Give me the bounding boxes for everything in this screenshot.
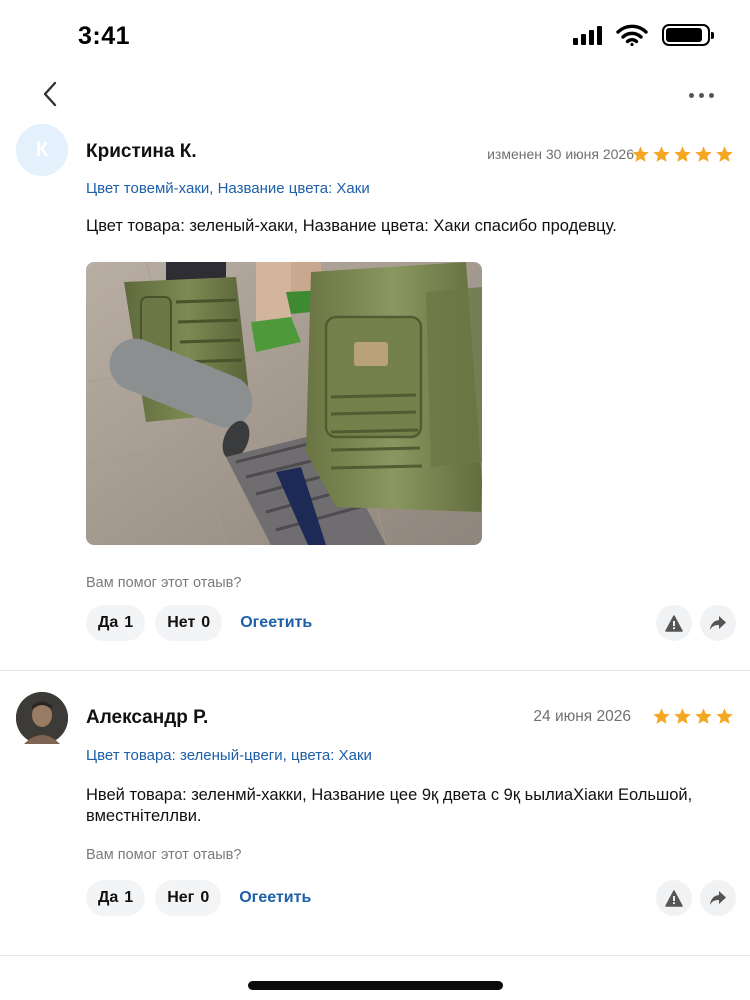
back-button[interactable] <box>38 79 62 109</box>
review-variant: Цвет товемй-хаки, Название цвета: Хаки <box>86 180 370 197</box>
helpful-yes-count: 1 <box>124 614 134 631</box>
star-icon <box>632 146 649 162</box>
star-rating <box>652 707 734 726</box>
helpful-no-count: 0 <box>200 889 210 906</box>
star-icon <box>695 708 712 724</box>
star-icon <box>716 146 733 162</box>
chevron-left-icon <box>43 81 57 107</box>
helpful-yes-label: Да <box>98 889 119 906</box>
star-icon <box>674 708 691 724</box>
status-bar: 3:41 <box>0 0 750 70</box>
review-divider <box>0 955 750 956</box>
helpful-no-button[interactable]: Нег 0 <box>155 880 222 916</box>
star-icon <box>653 708 670 724</box>
avatar[interactable]: К <box>16 124 68 176</box>
review-author: Кристина К. <box>86 141 197 162</box>
review-text: Нвей товара: зеленмй-хакки, Название цее… <box>86 786 693 825</box>
helpful-yes-button[interactable]: Да 1 <box>86 605 146 641</box>
star-icon <box>653 146 670 162</box>
review-divider <box>0 670 750 671</box>
review-photo[interactable] <box>86 262 482 545</box>
reply-button[interactable]: Огеетить <box>239 889 311 907</box>
cellular-signal-icon <box>573 25 602 45</box>
helpful-no-button[interactable]: Нет 0 <box>155 605 223 641</box>
share-arrow-icon <box>710 891 726 905</box>
share-arrow-icon <box>710 616 726 630</box>
home-indicator[interactable] <box>248 981 503 990</box>
review-actions: Да 1 Нет 0 Огеетить <box>86 605 736 641</box>
status-time: 3:41 <box>78 22 131 50</box>
star-rating <box>631 145 734 164</box>
star-icon <box>674 146 691 162</box>
report-button[interactable] <box>656 605 692 641</box>
helpful-yes-label: Да <box>98 614 119 631</box>
avatar[interactable] <box>16 692 68 744</box>
report-button[interactable] <box>656 880 692 916</box>
review-date: изменен 30 июня 2026 <box>487 146 634 162</box>
star-icon <box>716 708 733 724</box>
more-options-button[interactable] <box>689 83 714 107</box>
helpful-question: Вам помог этот отаыв? <box>86 575 242 591</box>
star-icon <box>695 146 712 162</box>
reply-button[interactable]: Огеетить <box>240 614 312 632</box>
warning-icon <box>665 889 683 907</box>
review-date: 24 июня 2026 <box>533 708 631 725</box>
warning-icon <box>665 614 683 632</box>
avatar-initial: К <box>35 138 49 161</box>
helpful-no-label: Нег <box>167 889 195 906</box>
helpful-yes-count: 1 <box>124 889 134 906</box>
user-photo-icon <box>16 692 68 744</box>
battery-icon <box>662 24 714 46</box>
top-nav <box>0 75 750 115</box>
helpful-no-count: 0 <box>201 614 211 631</box>
share-button[interactable] <box>700 605 736 641</box>
review-actions: Да 1 Нег 0 Огеетить <box>86 880 736 916</box>
wifi-icon <box>616 24 648 46</box>
helpful-question: Вам помог этот отаыв? <box>86 847 242 863</box>
review-author: Александр Р. <box>86 707 209 728</box>
share-button[interactable] <box>700 880 736 916</box>
review-text: Цвет товара: зеленый-хаки, Название цвет… <box>86 217 617 235</box>
helpful-no-label: Нет <box>167 614 196 631</box>
ellipsis-icon <box>689 92 694 98</box>
helpful-yes-button[interactable]: Да 1 <box>86 880 146 916</box>
review-variant: Цвет товара: зеленый-цвеги, цвета: Хаки <box>86 747 372 764</box>
